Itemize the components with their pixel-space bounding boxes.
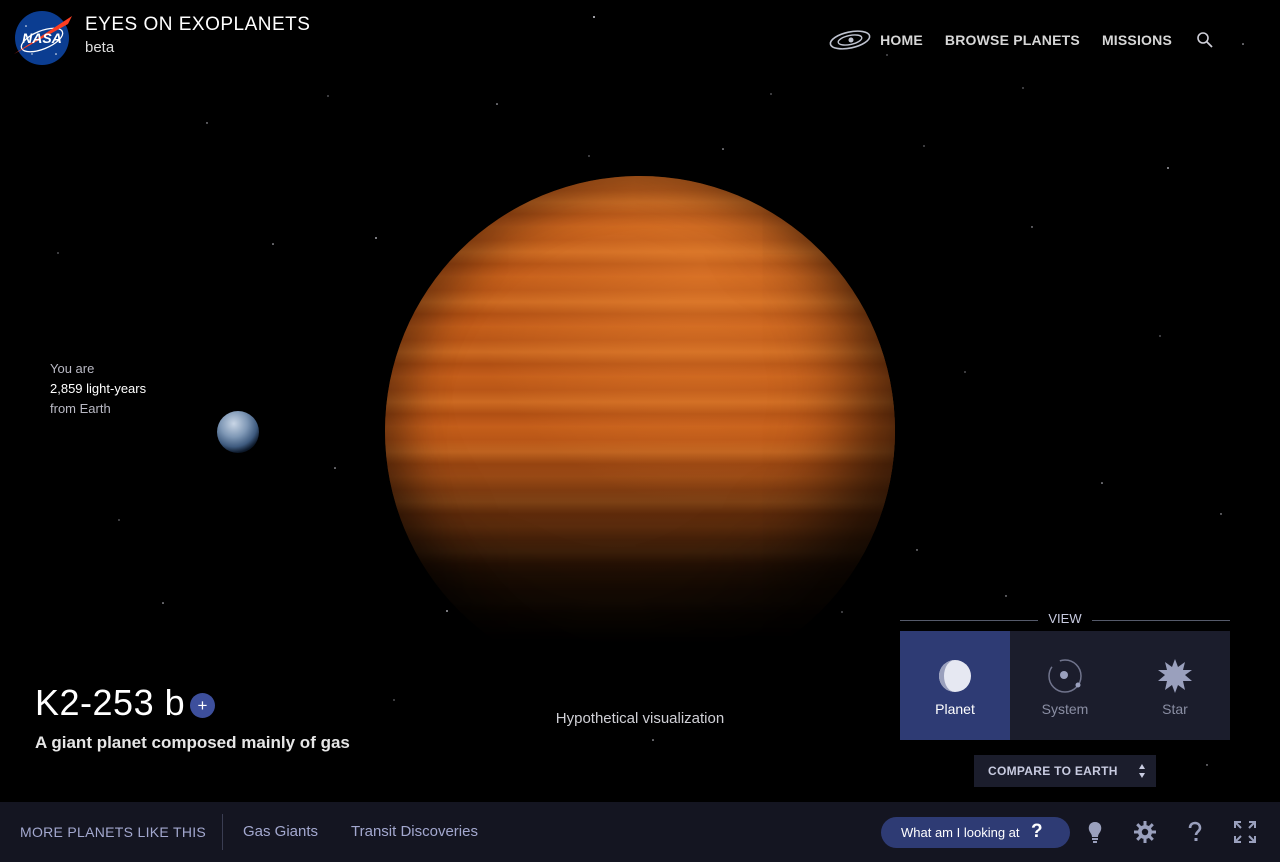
galaxy-icon[interactable]: [828, 28, 872, 52]
system-icon: [1048, 659, 1082, 693]
star-icon: [1158, 659, 1192, 693]
view-planet-label: Planet: [935, 701, 975, 717]
app-title[interactable]: EYES ON EXOPLANETS: [85, 14, 310, 36]
compare-label: COMPARE TO EARTH: [988, 764, 1118, 778]
compare-to-earth-select[interactable]: COMPARE TO EARTH: [974, 755, 1156, 787]
help-icon[interactable]: [1184, 821, 1206, 843]
distance-prefix: You are: [50, 361, 95, 376]
nasa-logo-icon[interactable]: NASA: [12, 10, 74, 66]
link-gas-giants[interactable]: Gas Giants: [243, 823, 318, 840]
sort-arrows-icon: [1139, 764, 1145, 778]
distance-suffix: from Earth: [50, 401, 111, 416]
view-star-button[interactable]: Star: [1120, 631, 1230, 740]
footer-bar: MORE PLANETS LIKE THIS Gas Giants Transi…: [0, 802, 1280, 862]
view-system-button[interactable]: System: [1010, 631, 1120, 740]
link-transit-discoveries[interactable]: Transit Discoveries: [351, 823, 478, 840]
nav-missions[interactable]: MISSIONS: [1102, 32, 1172, 48]
view-label: VIEW: [900, 611, 1230, 629]
distance-readout: You are 2,859 light-years from Earth: [50, 359, 146, 419]
lightbulb-icon[interactable]: [1084, 821, 1106, 843]
search-icon[interactable]: [1196, 31, 1214, 49]
earth-marker[interactable]: [217, 411, 259, 453]
view-star-label: Star: [1162, 701, 1188, 717]
question-mark-icon: ?: [1031, 821, 1043, 842]
svg-text:NASA: NASA: [22, 30, 62, 46]
app-subtitle: beta: [85, 39, 115, 56]
distance-value: 2,859 light-years: [50, 381, 147, 396]
view-label-text: VIEW: [1048, 611, 1082, 626]
looking-label: What am I looking at: [901, 825, 1020, 840]
view-system-label: System: [1041, 701, 1089, 717]
what-am-i-looking-at-button[interactable]: What am I looking at ?: [881, 817, 1070, 848]
view-planet-button[interactable]: Planet: [900, 631, 1010, 740]
nav-browse-planets[interactable]: BROWSE PLANETS: [945, 32, 1080, 48]
planet-icon: [939, 660, 971, 692]
footer-divider: [222, 814, 223, 850]
more-planets-label: MORE PLANETS LIKE THIS: [20, 824, 207, 840]
gear-icon[interactable]: [1134, 821, 1156, 843]
view-selector: Planet System Star: [900, 631, 1230, 740]
planet-visualization[interactable]: [385, 176, 895, 686]
planet-description: A giant planet composed mainly of gas: [35, 733, 350, 752]
top-nav: HOME BROWSE PLANETS MISSIONS: [828, 28, 1214, 52]
nav-home[interactable]: HOME: [880, 32, 923, 48]
fullscreen-icon[interactable]: [1234, 821, 1256, 843]
